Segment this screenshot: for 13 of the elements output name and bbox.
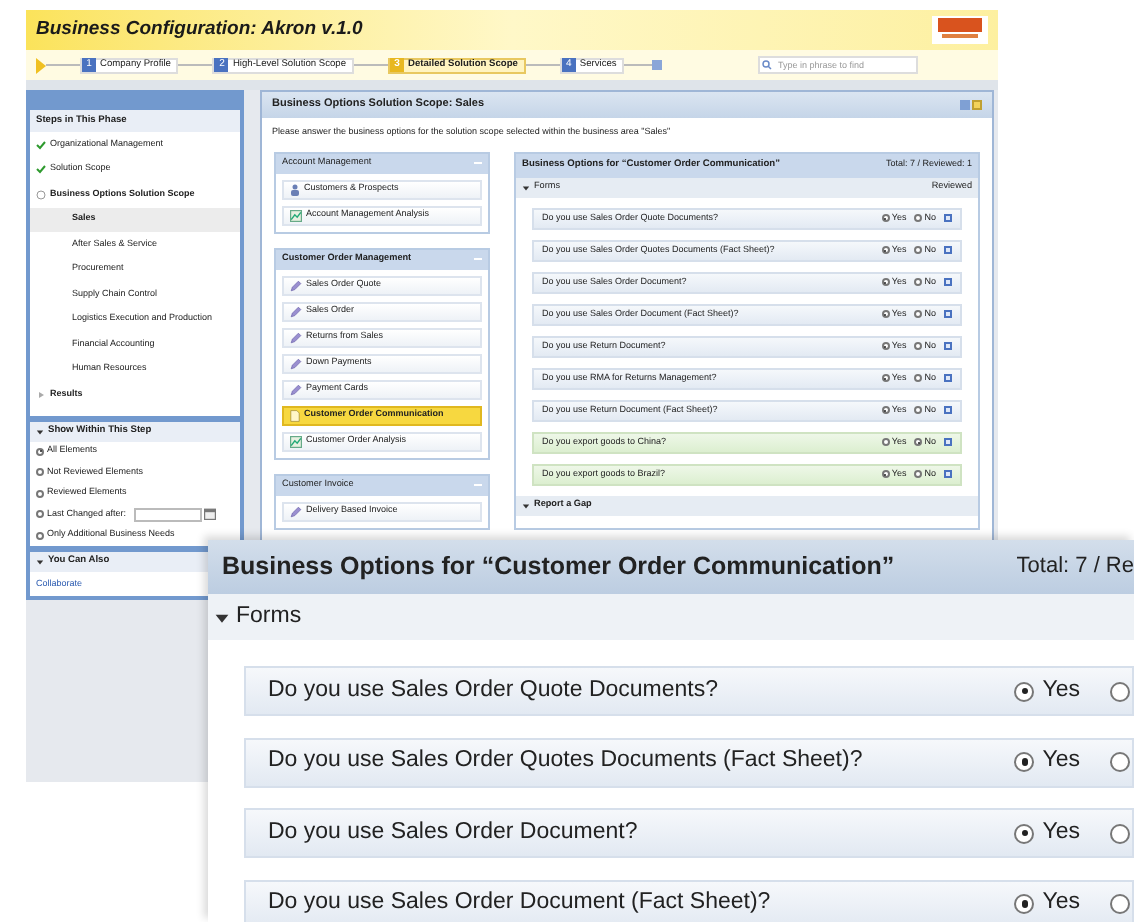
question-text: Do you use Sales Order Document (Fact Sheet)?	[268, 888, 771, 919]
section-title: Forms	[236, 601, 302, 632]
option-label: Yes	[1042, 675, 1080, 706]
callout-title: Business Options for “Customer Order Communication”	[222, 550, 895, 585]
question-text: Do you use Sales Order Quote Documents?	[268, 675, 719, 706]
window-title: Business Configuration: Akron v.1.0	[36, 15, 363, 44]
total-text: Total: 7 / Re	[1016, 552, 1134, 583]
question-text: Do you use Sales Order Quotes Documents (Fact Sheet)?	[268, 746, 863, 777]
option-label: Yes	[1042, 888, 1080, 919]
option-label: Yes	[1042, 746, 1080, 777]
question-text: Do you use Sales Order Document?	[268, 817, 638, 848]
section-header[interactable]: Forms	[208, 594, 1134, 640]
option-label: Yes	[1042, 817, 1080, 848]
